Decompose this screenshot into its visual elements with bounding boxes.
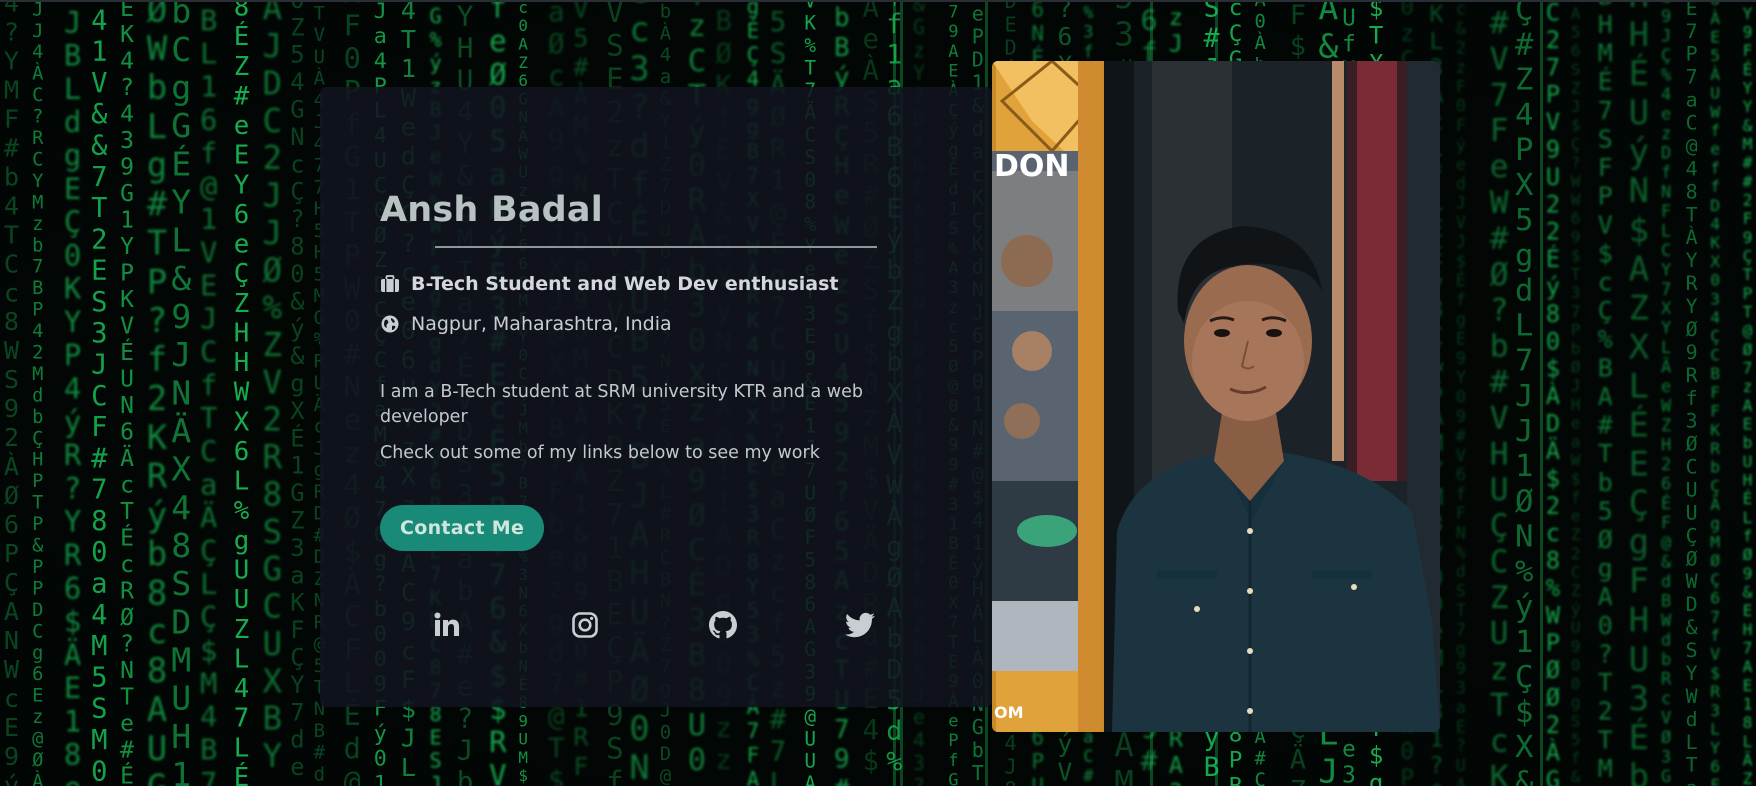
svg-text:KÇ#Z4PX5gdL7JJ1ØN%ý1Ç$X&: KÇ#Z4PX5gdL7JJ1ØN%ý1Ç$X& — [1515, 0, 1534, 786]
svg-text:DON: DON — [994, 149, 1070, 184]
svg-text:4ÄJDC2JJØ%ZV2R8SGCUXBY: 4ÄJDC2JJØ%ZV2R8SGCUXBY — [263, 0, 283, 775]
svg-text:OM: OM — [994, 703, 1024, 722]
profile-photo: DON OM — [992, 61, 1440, 732]
svg-text:H8ÉZ#eEY6eÇZHHWX6L%gUUZL47LÉ: H8ÉZ#eEY6eÇZHHWX6L%gUUZL47LÉ — [234, 0, 250, 786]
svg-text:R0Z54GNcÇ?80&ý&gXÉ1GZ3aKFÇY7de: R0Z54GNcÇ?80&ý&gXÉ1GZ3aKFÇY7de — [290, 0, 305, 781]
svg-text:#PY9FÉYY&M##2F9ÇTPT@Ø7zAEbUHÉL: #PY9FÉYY&M##2F9ÇTPT@Ø7zAEbUHÉLfØ9&EH7AE1… — [1743, 0, 1753, 786]
svg-text:AHÉ7P7aC@48TÀYRYØ9Rf3ØCUUÇØWD&: AHÉ7P7aC@48TÀYRYØ9Rf3ØCUUÇØWD&SYWdLTa — [1686, 0, 1698, 786]
name-divider — [435, 246, 877, 248]
location-row: Nagpur, Maharashtra, India — [380, 313, 672, 335]
github-icon — [709, 611, 737, 639]
linkedin-icon — [434, 612, 459, 636]
svg-text:b19JÇ%4ezDfNFLCY7XYLÄeWZH26ÉF@: b19JÇ%4ezDfNFLCY7XYLÄeWZH26ÉF@&dBWdbRcVØ… — [1661, 0, 1672, 786]
contact-me-button[interactable]: Contact Me — [380, 505, 545, 551]
svg-text:3ØWbLg#TP?f2KRýb8c8AUG: 3ØWbLg#TP?f2KRýb8c8AUG — [147, 0, 168, 786]
twitter-link[interactable] — [844, 609, 876, 641]
globe-icon — [380, 314, 400, 334]
bio-links-text: Check out some of my links below to see … — [380, 443, 820, 463]
instagram-link[interactable] — [569, 609, 601, 641]
twitter-icon — [845, 612, 875, 638]
linkedin-link[interactable] — [431, 609, 463, 641]
svg-text:JW0ÀE5ÀUWfeffD4KX034ÇCBFFKRbÇÄ: JW0ÀE5ÀUWfeffD4KX034ÇCBFFKRbÇÄgMØÇ67fV$R… — [1710, 0, 1720, 786]
svg-text:eaEK4?439G1YPKVÉUN6ÄcTÉcRØ?NTe: eaEK4?439G1YPKVÉUN6ÄcTÉcRØ?NTe#É — [120, 0, 134, 786]
top-border — [0, 0, 1756, 2]
svg-text:zJJ4ÀC?RCYMzb7BP42MdbÇHPTP&PPD: zJJ4ÀC?RCYMzb7BP42MdbÇHPTP&PPDCg6Ez@ØÀ — [32, 0, 44, 786]
svg-text:B#V7FeW#Ø?b#VHUÇCZUzTcK: B#V7FeW#Ø?b#VHUÇCZUzTcK — [1490, 0, 1509, 786]
bio-text: I am a B-Tech student at SRM university … — [380, 382, 863, 427]
svg-text:T4?YMF#b4TCc8WS92ÀØ6PÇANWcE9ý: T4?YMF#b4TCc8WS92ÀØ6PÇANWcE9ý — [4, 0, 20, 786]
svg-text:BLc&2zF0FýedJVJ$ÉfgE9Y09#V6fFN: BLc&2zF0FýedJVJ$ÉfgE9Y09#V6fFN%dST7g93aE… — [1456, 0, 1467, 786]
svg-text:ÄBHMÉ7SFPV$cÇ%BA#Tb5ØgA0?T2TM: ÄBHMÉ7SFPV$cÇ%BA#Tb5ØgA0?T2TM — [1598, 0, 1613, 783]
briefcase-icon — [380, 274, 400, 294]
svg-text:dHHÉUýN$AZXLÉEÇgFHU3Éb: dHHÉUýN$AZXLÉEÇgFHU3Éb — [1629, 0, 1650, 786]
svg-text:8141V&&7T2ES3JCF#780a4M5SM0: 8141V&&7T2ES3JCF#780a4M5SM0 — [91, 0, 108, 786]
svg-text:9bCgGÉYL&9JNÄX48SDMUH1: 9bCgGÉYL&9JNÄX48SDMUH1 — [171, 0, 191, 786]
svg-text:UC27PV9U22Éý80$ÀDÄ$2c8%WPØØ2ÀG: UC27PV9U22Éý80$ÀDÄ$2c8%WPØØ2ÀG — [1546, 0, 1561, 786]
profile-card: Ansh Badal B-Tech Student and Web Dev en… — [320, 87, 992, 707]
instagram-icon — [572, 612, 598, 638]
profile-name: Ansh Badal — [380, 190, 603, 230]
svg-text:U0#A56SZJ$Ç?WW69$T37PbØJHeaW$f: U0#A56SZJ$Ç?WW69$T37PbØJHeaW$feZ2CZýU900… — [1571, 0, 1581, 786]
svg-text:HJBLdgEÇ0KYP4ýR?YR6$ÄE18e: HJBLdgEÇ0KYP4ýR?YR6$ÄE18e — [64, 0, 82, 786]
role-text: B-Tech Student and Web Dev enthusiast — [411, 273, 839, 295]
location-text: Nagpur, Maharashtra, India — [411, 313, 672, 335]
github-link[interactable] — [707, 609, 739, 641]
svg-text:5MBL16f@1VEJCfTCaÄÇLÇ$M4B7: 5MBL16f@1VEJCfTCaÄÇLÇ$M4B7 — [200, 0, 217, 786]
role-row: B-Tech Student and Web Dev enthusiast — [380, 273, 839, 295]
